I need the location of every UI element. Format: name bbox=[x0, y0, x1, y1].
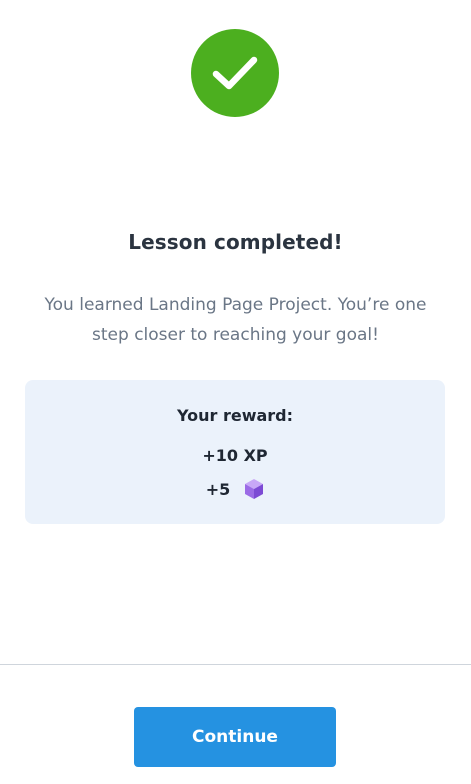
reward-heading: Your reward: bbox=[176, 406, 294, 425]
checkmark-icon bbox=[212, 56, 258, 90]
purple-gem-icon bbox=[244, 478, 264, 500]
lesson-completed-screen: Lesson completed! You learned Landing Pa… bbox=[0, 0, 471, 784]
success-checkmark-icon bbox=[191, 29, 279, 117]
completion-message: You learned Landing Page Project. You’re… bbox=[44, 295, 427, 345]
footer-divider bbox=[0, 664, 471, 665]
reward-xp: +10 XP bbox=[202, 446, 268, 465]
reward-gems-count: +5 bbox=[205, 479, 231, 499]
page-title: Lesson completed! bbox=[128, 230, 343, 254]
continue-button[interactable]: Continue bbox=[134, 707, 336, 767]
reward-card: Your reward: +10 XP +5 bbox=[25, 380, 445, 524]
reward-gems-row: +5 bbox=[25, 478, 445, 500]
